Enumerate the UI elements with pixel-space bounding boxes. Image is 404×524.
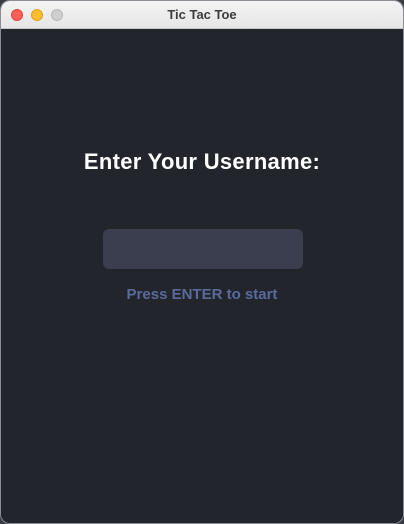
app-window: Tic Tac Toe Enter Your Username: Press E… (0, 0, 404, 524)
window-title: Tic Tac Toe (167, 7, 237, 22)
username-prompt: Enter Your Username: (83, 149, 321, 174)
title-bar[interactable]: Tic Tac Toe (1, 1, 403, 29)
username-screen: Enter Your Username: Press ENTER to star… (1, 30, 403, 523)
start-hint: Press ENTER to start (126, 286, 278, 303)
username-input[interactable] (103, 229, 303, 269)
